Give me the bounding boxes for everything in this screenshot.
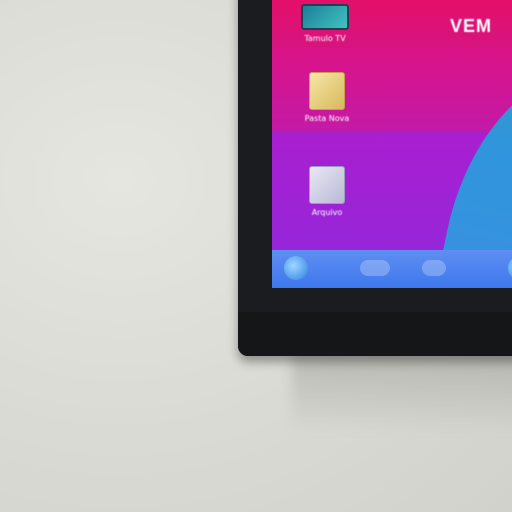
taskbar[interactable] (272, 250, 512, 288)
desktop-icon-label: Pasta Nova (304, 114, 350, 123)
monitor: VEM Tamulo TV Pasta Nova Arquivo (238, 0, 512, 356)
taskbar-item[interactable] (360, 260, 390, 276)
monitor-screen: VEM Tamulo TV Pasta Nova Arquivo (272, 0, 512, 288)
desktop-icon-label: Tamulo TV (304, 34, 346, 43)
tv-icon (301, 4, 349, 30)
start-orb-icon[interactable] (284, 256, 308, 280)
desktop-icon-doc[interactable]: Arquivo (292, 166, 362, 217)
taskbar-item[interactable] (422, 260, 446, 276)
wall-shadow (292, 352, 512, 432)
monitor-bezel-bottom (238, 312, 512, 356)
document-icon (309, 166, 345, 204)
desktop-icon-folder[interactable]: Pasta Nova (292, 72, 362, 123)
folder-icon (309, 72, 345, 110)
photo-scene: VEM Tamulo TV Pasta Nova Arquivo (0, 0, 512, 512)
wallpaper-headline: VEM (450, 16, 493, 36)
desktop-icon-tv[interactable]: Tamulo TV (290, 4, 360, 43)
desktop-icon-label: Arquivo (311, 208, 343, 217)
taskbar-app-icon[interactable] (508, 256, 512, 280)
